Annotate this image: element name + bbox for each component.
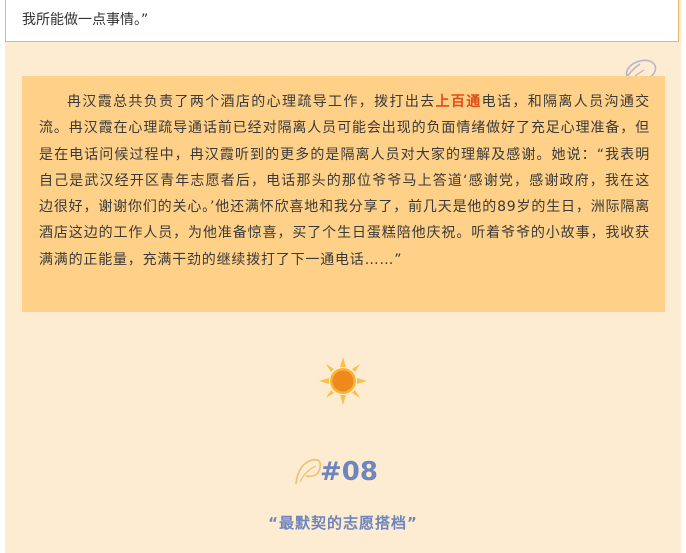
story-card: 冉汉霞总共负责了两个酒店的心理疏导工作，拨打出去上百通电话，和隔离人员沟通交流。… <box>22 76 665 312</box>
sun-icon <box>319 357 367 405</box>
story-text-after: 电话，和隔离人员沟通交流。冉汉霞在心理疏导通话前已经对隔离人员可能会出现的负面情… <box>39 94 650 268</box>
story-highlight: 上百通 <box>435 94 482 110</box>
story-text-before: 冉汉霞总共负责了两个酒店的心理疏导工作，拨打出去 <box>67 94 436 110</box>
section-title: “最默契的志愿搭档” <box>268 514 418 532</box>
section-heading: #08 <box>292 452 412 492</box>
section-number: #08 <box>320 457 378 487</box>
quote-box: 我所能做一点事情。” <box>5 0 679 42</box>
story-paragraph: 冉汉霞总共负责了两个酒店的心理疏导工作，拨打出去上百通电话，和隔离人员沟通交流。… <box>39 89 650 273</box>
quote-text: 我所能做一点事情。” <box>22 12 149 28</box>
